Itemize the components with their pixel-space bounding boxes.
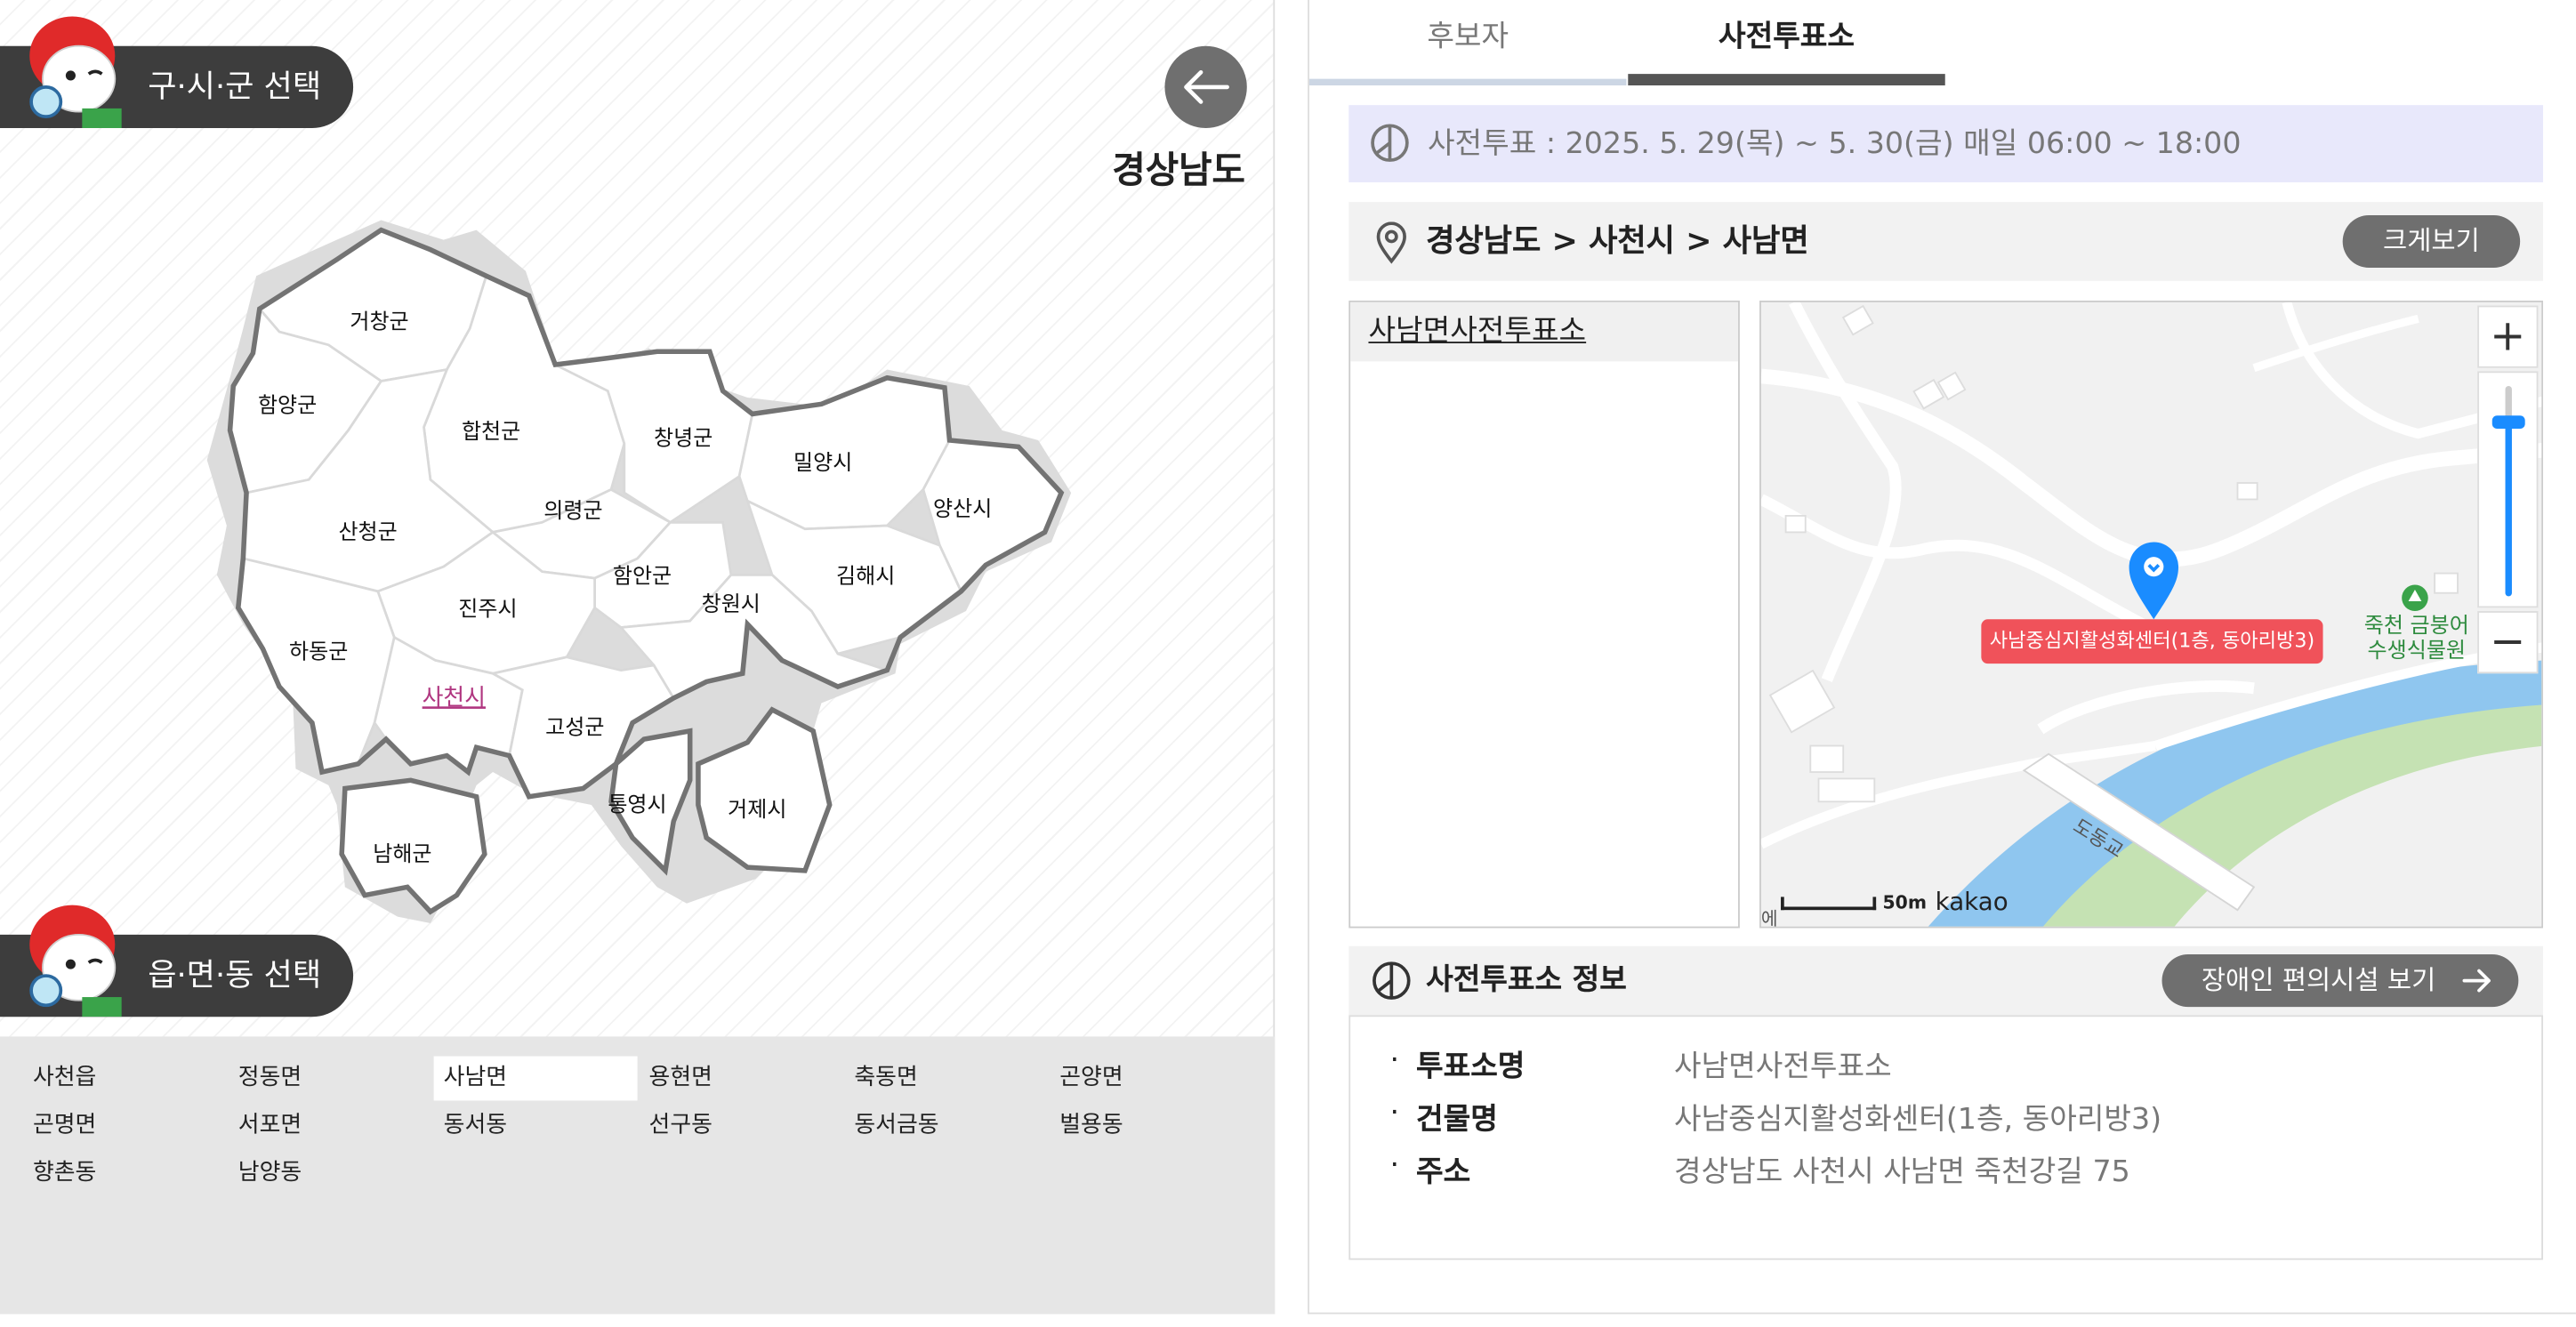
info-value: 경상남도 사천시 사남면 죽천강길 75 bbox=[1673, 1154, 2130, 1190]
emd-item[interactable]: 정동면 bbox=[229, 1057, 432, 1101]
emd-item[interactable]: 남양동 bbox=[229, 1152, 432, 1196]
info-table: · 투표소명 사남면사전투표소 · 건물명 사남중심지활성화센터(1층, 동아리방3) … bbox=[1348, 1015, 2544, 1260]
bullet: · bbox=[1389, 1095, 1400, 1130]
emd-item[interactable]: 향촌동 bbox=[23, 1152, 227, 1196]
district-label[interactable]: 양산시 bbox=[933, 496, 992, 521]
location-pin-icon bbox=[1376, 221, 1406, 264]
district-label-selected[interactable]: 사천시 bbox=[423, 684, 486, 711]
kakao-logo: kakao bbox=[1935, 887, 2008, 917]
bullet: · bbox=[1389, 1147, 1400, 1183]
district-label[interactable]: 남해군 bbox=[373, 841, 431, 866]
district-label[interactable]: 밀양시 bbox=[793, 450, 852, 475]
emd-item-selected[interactable]: 사남면 bbox=[433, 1056, 638, 1101]
region-title: 경상남도 bbox=[1112, 150, 1245, 193]
emd-item[interactable]: 선구동 bbox=[639, 1104, 842, 1148]
info-key: 주소 bbox=[1416, 1154, 1471, 1190]
info-title: 사전투표소 정보 bbox=[1426, 962, 1627, 998]
emd-item[interactable]: 동서금동 bbox=[844, 1104, 1048, 1148]
tab-candidate[interactable]: 후보자 bbox=[1308, 0, 1627, 86]
bullet: · bbox=[1389, 1042, 1400, 1078]
enlarge-button[interactable]: 크게보기 bbox=[2342, 214, 2521, 269]
marker-label[interactable]: 사남중심지활성화센터(1층, 동아리방3) bbox=[1981, 619, 2323, 664]
district-label[interactable]: 창녕군 bbox=[654, 426, 712, 451]
arrow-right-icon bbox=[2462, 969, 2491, 993]
district-label[interactable]: 창원시 bbox=[702, 591, 761, 616]
info-header: 사전투표소 정보 장애인 편의시설 보기 bbox=[1348, 945, 2544, 1016]
scale-bar bbox=[1781, 897, 1877, 911]
location-breadcrumb: 경상남도 > 사천시 > 사남면 bbox=[1426, 223, 1809, 260]
district-label[interactable]: 하동군 bbox=[289, 639, 348, 664]
zoom-slider[interactable] bbox=[2477, 371, 2539, 608]
emd-item[interactable]: 벌용동 bbox=[1050, 1104, 1253, 1148]
district-label[interactable]: 진주시 bbox=[458, 597, 517, 622]
emd-item[interactable]: 용현면 bbox=[639, 1057, 842, 1101]
poi-label-line2: 수생식물원 bbox=[2367, 639, 2467, 664]
vote-period-banner: 사전투표 : 2025. 5. 29(목) ~ 5. 30(금) 매일 06:0… bbox=[1348, 105, 2544, 183]
district-label[interactable]: 함양군 bbox=[258, 393, 317, 418]
ballot-icon bbox=[1373, 961, 1411, 1000]
location-bar: 경상남도 > 사천시 > 사남면 크게보기 bbox=[1348, 202, 2544, 281]
vote-period-text: 사전투표 : 2025. 5. 29(목) ~ 5. 30(금) 매일 06:0… bbox=[1427, 126, 2242, 161]
info-key: 건물명 bbox=[1416, 1102, 1498, 1138]
emd-item[interactable]: 서포면 bbox=[229, 1104, 432, 1148]
poi-label[interactable]: 죽천 금붕어 수생식물원 bbox=[2349, 615, 2483, 664]
ballot-icon bbox=[1371, 124, 1409, 162]
emd-item[interactable]: 사천읍 bbox=[23, 1057, 227, 1101]
district-label[interactable]: 고성군 bbox=[545, 715, 604, 740]
polling-station-item[interactable]: 사남면사전투표소 bbox=[1350, 302, 1739, 362]
polling-station-list: 사남면사전투표소 bbox=[1348, 300, 1740, 929]
arrow-left-icon bbox=[1184, 69, 1229, 104]
back-button[interactable] bbox=[1164, 45, 1247, 129]
district-label[interactable]: 통영시 bbox=[608, 792, 666, 816]
emd-item[interactable]: 곤양면 bbox=[1050, 1057, 1253, 1101]
mascot-icon bbox=[16, 902, 125, 1017]
mascot-icon bbox=[16, 13, 125, 129]
kakao-map[interactable]: 도동교 사남중심지활성화센터(1층, 동아리방3) 죽천 금붕어 수생식물원 +… bbox=[1759, 300, 2544, 929]
zoom-handle[interactable] bbox=[2491, 415, 2525, 430]
minus-icon: − bbox=[2490, 617, 2526, 667]
gyeongnam-map: 거창군 함양군 합천군 창녕군 밀양시 양산시 의령군 산청군 함안군 김해시 … bbox=[206, 220, 1072, 923]
emd-item[interactable]: 동서동 bbox=[434, 1104, 638, 1148]
emd-list: 사천읍 정동면 사남면 용현면 축동면 곤양면 곤명면 서포면 동서동 선구동 … bbox=[0, 1036, 1276, 1315]
district-label[interactable]: 거제시 bbox=[728, 797, 786, 822]
emd-item[interactable]: 축동면 bbox=[844, 1057, 1048, 1101]
tab-bar: 후보자 사전투표소 bbox=[1308, 0, 2576, 86]
poi-label-line1: 죽천 금붕어 bbox=[2363, 614, 2469, 639]
accessibility-button[interactable]: 장애인 편의시설 보기 bbox=[2161, 954, 2519, 1008]
plus-icon: + bbox=[2490, 311, 2526, 362]
zoom-level-fill bbox=[2505, 422, 2512, 597]
region-panel: 거창군 함양군 합천군 창녕군 밀양시 양산시 의령군 산청군 함안군 김해시 … bbox=[0, 0, 1276, 1315]
scale-label: 50m bbox=[1882, 891, 1928, 913]
district-label[interactable]: 김해시 bbox=[836, 564, 895, 589]
district-label[interactable]: 함안군 bbox=[613, 564, 672, 589]
park-poi-icon[interactable] bbox=[2400, 583, 2429, 613]
polling-panel: 후보자 사전투표소 사전투표 : 2025. 5. 29(목) ~ 5. 30(… bbox=[1308, 0, 2576, 1315]
emd-select-label: 읍·면·동 선택 bbox=[148, 957, 322, 994]
district-label[interactable]: 산청군 bbox=[338, 519, 397, 544]
district-label[interactable]: 거창군 bbox=[350, 309, 408, 334]
emd-item[interactable]: 곤명면 bbox=[23, 1104, 227, 1148]
tab-candidate-label: 후보자 bbox=[1427, 20, 1509, 54]
zoom-out-button[interactable]: − bbox=[2477, 611, 2539, 674]
map-marker-icon[interactable] bbox=[2128, 541, 2180, 623]
info-value: 사남면사전투표소 bbox=[1673, 1050, 1892, 1084]
zoom-in-button[interactable]: + bbox=[2477, 305, 2539, 368]
info-key: 투표소명 bbox=[1416, 1050, 1525, 1084]
sigungu-select-label: 구·시·군 선택 bbox=[148, 68, 322, 106]
district-label[interactable]: 합천군 bbox=[462, 419, 520, 444]
map-edge-label: 에 bbox=[1760, 908, 1778, 929]
tab-early-vote[interactable]: 사전투표소 bbox=[1628, 0, 1945, 86]
district-label[interactable]: 의령군 bbox=[543, 498, 602, 523]
tab-early-vote-label: 사전투표소 bbox=[1719, 20, 1855, 54]
accessibility-button-label: 장애인 편의시설 보기 bbox=[2201, 964, 2436, 996]
info-value: 사남중심지활성화센터(1층, 동아리방3) bbox=[1673, 1102, 2162, 1138]
